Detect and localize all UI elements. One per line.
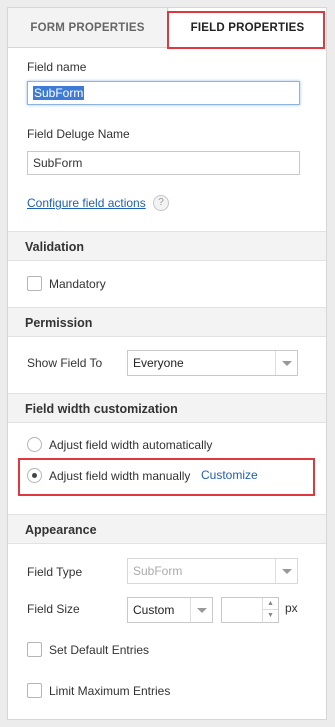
width-manual-radio[interactable] <box>27 468 42 483</box>
validation-header: Validation <box>8 231 326 261</box>
width-auto-label: Adjust field width automatically <box>49 438 213 452</box>
field-type-label: Field Type <box>27 565 83 579</box>
mandatory-checkbox[interactable] <box>27 276 42 291</box>
field-width-header: Field width customization <box>8 393 326 423</box>
unit-label: px <box>285 601 298 615</box>
tab-field-properties[interactable]: FIELD PROPERTIES <box>169 8 326 49</box>
appearance-header: Appearance <box>8 514 326 544</box>
configure-field-actions-link[interactable]: Configure field actions <box>27 196 146 210</box>
permission-header: Permission <box>8 307 326 337</box>
tab-form-properties[interactable]: FORM PROPERTIES <box>8 8 168 48</box>
width-manual-label: Adjust field width manually <box>49 469 191 483</box>
default-entries-checkbox[interactable] <box>27 642 42 657</box>
field-name-input[interactable]: SubForm <box>27 81 300 105</box>
chevron-down-icon <box>190 598 212 622</box>
stepper-down-icon[interactable]: ▼ <box>263 610 278 622</box>
width-auto-radio[interactable] <box>27 437 42 452</box>
customize-link[interactable]: Customize <box>201 468 258 482</box>
chevron-down-icon <box>275 559 297 583</box>
show-field-to-label: Show Field To <box>27 356 103 370</box>
field-size-stepper[interactable]: ▲ ▼ <box>221 597 279 623</box>
mandatory-label: Mandatory <box>49 277 106 291</box>
field-type-select: SubForm <box>127 558 298 584</box>
show-field-to-select[interactable]: Everyone <box>127 350 298 376</box>
default-entries-label: Set Default Entries <box>49 643 150 657</box>
stepper-buttons: ▲ ▼ <box>262 598 278 622</box>
chevron-down-icon <box>275 351 297 375</box>
field-name-label: Field name <box>27 60 87 74</box>
field-type-value: SubForm <box>133 564 183 578</box>
field-size-value: Custom <box>133 603 175 617</box>
limit-entries-checkbox[interactable] <box>27 683 42 698</box>
field-size-label: Field Size <box>27 602 80 616</box>
show-field-to-value: Everyone <box>133 356 184 370</box>
field-size-select[interactable]: Custom <box>127 597 213 623</box>
deluge-name-label: Field Deluge Name <box>27 127 130 141</box>
limit-entries-label: Limit Maximum Entries <box>49 684 171 698</box>
field-name-value: SubForm <box>33 86 85 100</box>
stepper-up-icon[interactable]: ▲ <box>263 598 278 610</box>
help-icon[interactable]: ? <box>153 195 169 211</box>
tab-bar: FORM PROPERTIES FIELD PROPERTIES <box>8 8 326 49</box>
deluge-name-input[interactable]: SubForm <box>27 151 300 175</box>
